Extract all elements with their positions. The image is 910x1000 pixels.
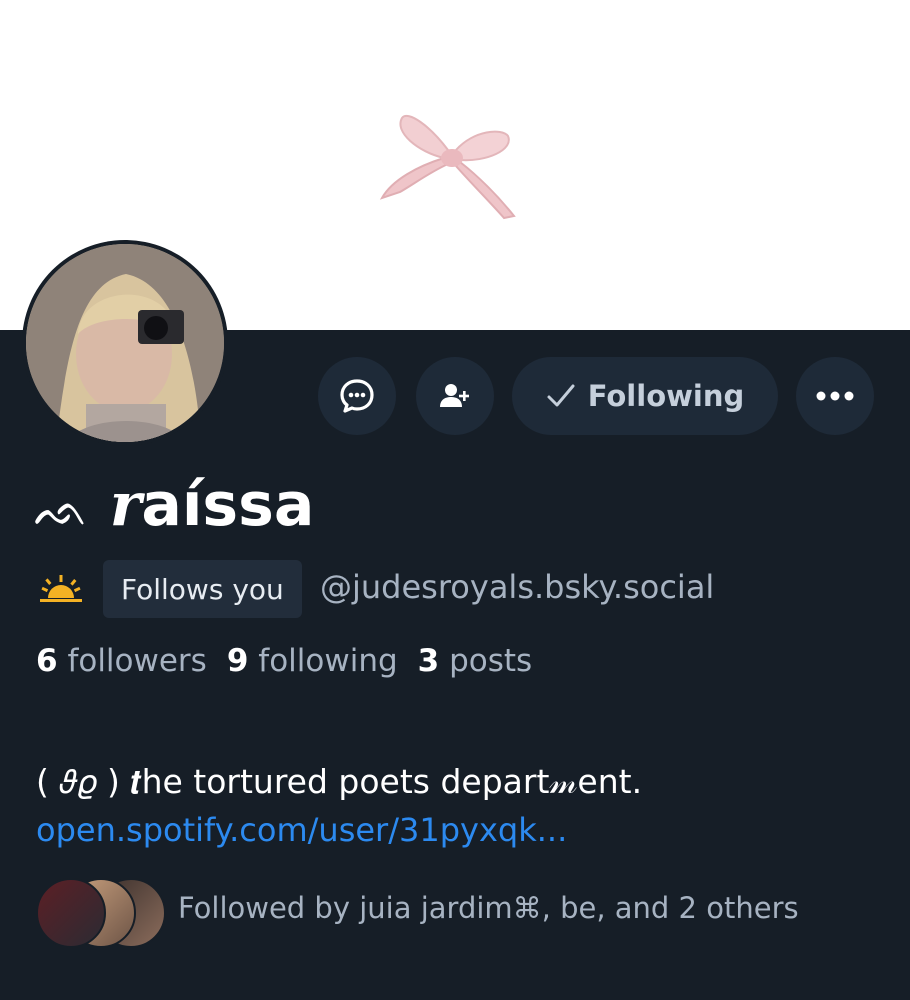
known-followers-avatars[interactable] xyxy=(36,878,166,948)
checkmark-icon xyxy=(547,384,575,407)
avatar-photo xyxy=(26,244,224,442)
chat-bubble-icon xyxy=(340,379,374,413)
following-count: 9 xyxy=(226,643,249,679)
following-stat-label: following xyxy=(258,643,398,679)
bow-banner-image xyxy=(379,115,516,220)
following-button[interactable]: Following xyxy=(512,357,778,435)
add-user-button[interactable] xyxy=(416,357,494,435)
follows-you-badge: Follows you xyxy=(103,560,302,618)
display-name-prefix: ᨒ xyxy=(34,485,89,536)
sunrise-icon xyxy=(40,575,82,602)
followers-count: 6 xyxy=(36,643,58,679)
posts-count: 3 xyxy=(417,643,440,679)
display-name-text: aíssa xyxy=(141,470,315,540)
follower-avatar xyxy=(36,878,106,948)
followers-label: followers xyxy=(67,643,207,679)
profile-handle: @judesroyals.bsky.social xyxy=(320,568,715,606)
message-button[interactable] xyxy=(318,357,396,435)
following-label: Following xyxy=(587,379,745,413)
display-name: ᨒ raíssa xyxy=(34,470,314,540)
avatar-illustration xyxy=(26,244,224,442)
more-dots-icon xyxy=(816,391,854,401)
profile-stats: 6 followers 9 following 3 posts xyxy=(36,643,532,679)
display-name-italic: r xyxy=(109,470,142,540)
following-stat[interactable]: 9 following xyxy=(227,643,398,679)
bio-link[interactable]: open.spotify.com/user/31pyxqk... xyxy=(36,811,567,849)
add-user-icon xyxy=(440,384,469,407)
posts-stat: 3 posts xyxy=(418,643,533,679)
more-options-button[interactable] xyxy=(796,357,874,435)
avatar[interactable] xyxy=(22,240,228,446)
posts-label: posts xyxy=(449,643,533,679)
followed-by-text[interactable]: Followed by juia jardim⌘, be, and 2 othe… xyxy=(178,891,799,925)
bio-text: ( 𝜗𝜚 ) 𝒕he tortured poets depart𝓂ent. xyxy=(36,762,643,801)
followers-stat[interactable]: 6 followers xyxy=(36,643,207,679)
